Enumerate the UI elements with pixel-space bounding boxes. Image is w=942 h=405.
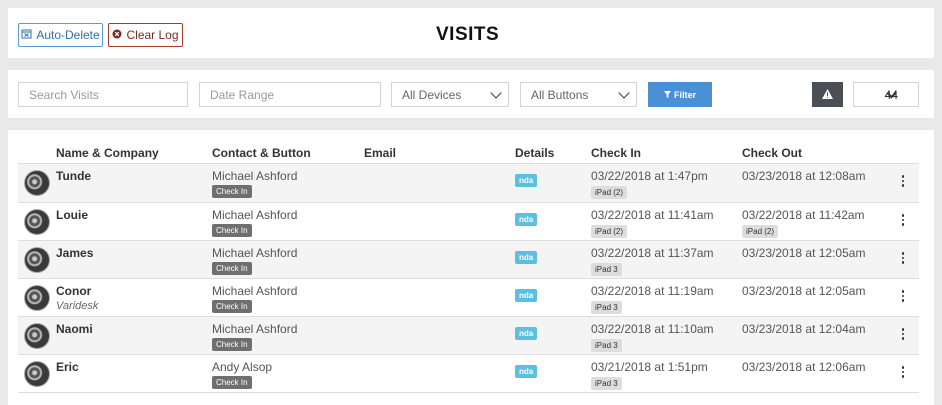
contact-name: Michael Ashford [212, 322, 298, 336]
details-badge[interactable]: nda [515, 251, 538, 264]
buttons-select[interactable]: All Buttons [520, 82, 637, 107]
button-badge: Check In [212, 224, 252, 237]
times-circle-icon [112, 29, 122, 42]
buttons-select-value: All Buttons [531, 87, 589, 102]
check-in-device-badge: iPad (2) [591, 225, 628, 238]
warning-icon [822, 88, 833, 102]
table-row[interactable]: Conor Varidesk Michael Ashford Check In … [18, 279, 919, 317]
check-in-time: 03/22/2018 at 11:19am [591, 284, 714, 298]
chevron-down-icon [618, 86, 630, 99]
filter-label: Filter [673, 89, 696, 100]
details-badge[interactable]: nda [515, 289, 538, 302]
check-out-time: 03/23/2018 at 12:05am [742, 284, 866, 298]
column-header-email[interactable]: Email [364, 146, 396, 160]
avatar [24, 361, 50, 387]
avatar [24, 323, 50, 349]
column-header-check-in[interactable]: Check In [591, 146, 641, 160]
details-badge[interactable]: nda [515, 174, 538, 187]
devices-select[interactable]: All Devices [391, 82, 509, 107]
contact-name: Michael Ashford [212, 208, 298, 222]
visitor-name: Conor [56, 284, 92, 298]
devices-select-value: All Devices [402, 87, 462, 102]
calendar-x-icon [21, 28, 32, 42]
date-range-input[interactable]: Date Range [199, 82, 381, 107]
row-menu-icon[interactable] [901, 366, 905, 378]
search-placeholder: Search Visits [29, 87, 99, 102]
visitor-name: Naomi [56, 322, 93, 336]
column-header-contact[interactable]: Contact & Button [212, 146, 311, 160]
filter-button[interactable]: Filter [648, 82, 712, 107]
contact-name: Michael Ashford [212, 169, 298, 183]
search-input[interactable]: Search Visits [18, 82, 188, 107]
check-out-time: 03/23/2018 at 12:05am [742, 246, 866, 260]
contact-name: Andy Alsop [212, 360, 273, 374]
page-title: VISITS [436, 24, 500, 45]
check-in-device-badge: iPad 3 [591, 339, 622, 352]
table-row[interactable]: Tunde Michael Ashford Check In nda 03/22… [18, 164, 919, 202]
row-menu-icon[interactable] [901, 175, 905, 187]
table-row[interactable]: Louie Michael Ashford Check In nda 03/22… [18, 203, 919, 241]
check-in-time: 03/22/2018 at 11:37am [591, 246, 714, 260]
warning-button[interactable] [812, 82, 843, 107]
table-row[interactable]: Eric Andy Alsop Check In nda 03/21/2018 … [18, 355, 919, 393]
column-header-details[interactable]: Details [515, 146, 554, 160]
check-out-time: 03/22/2018 at 11:42am [742, 208, 865, 222]
date-range-placeholder: Date Range [210, 87, 275, 102]
check-in-device-badge: iPad 3 [591, 263, 622, 276]
per-page-select[interactable]: 44 [853, 82, 919, 107]
row-menu-icon[interactable] [901, 214, 905, 226]
details-badge[interactable]: nda [515, 365, 538, 378]
column-header-check-out[interactable]: Check Out [742, 146, 802, 160]
check-in-device-badge: iPad 3 [591, 377, 622, 390]
clear-log-button[interactable]: Clear Log [108, 23, 183, 47]
check-in-time: 03/22/2018 at 11:10am [591, 322, 714, 336]
auto-delete-label: Auto-Delete [36, 28, 100, 42]
row-divider [18, 392, 919, 393]
row-menu-icon[interactable] [901, 328, 905, 340]
filter-icon [663, 90, 671, 100]
check-out-time: 03/23/2018 at 12:08am [742, 169, 866, 183]
avatar [24, 247, 50, 273]
avatar [24, 209, 50, 235]
row-menu-icon[interactable] [901, 252, 905, 264]
check-in-time: 03/22/2018 at 1:47pm [591, 169, 708, 183]
visitor-name: Eric [56, 360, 79, 374]
table-row[interactable]: James Michael Ashford Check In nda 03/22… [18, 241, 919, 279]
check-out-time: 03/23/2018 at 12:06am [742, 360, 866, 374]
auto-delete-button[interactable]: Auto-Delete [18, 23, 103, 47]
check-in-time: 03/21/2018 at 1:51pm [591, 360, 708, 374]
details-badge[interactable]: nda [515, 327, 538, 340]
check-out-device-badge: iPad (2) [742, 225, 779, 238]
avatar [24, 285, 50, 311]
visitor-name: Tunde [56, 169, 92, 183]
button-badge: Check In [212, 338, 252, 351]
column-header-name[interactable]: Name & Company [56, 146, 159, 160]
check-in-device-badge: iPad (2) [591, 186, 628, 199]
contact-name: Michael Ashford [212, 284, 298, 298]
visitor-name: James [56, 246, 94, 260]
chevron-down-icon [490, 86, 502, 99]
contact-name: Michael Ashford [212, 246, 298, 260]
table-row[interactable]: Naomi Michael Ashford Check In nda 03/22… [18, 317, 919, 355]
visitor-name: Louie [56, 208, 88, 222]
row-menu-icon[interactable] [901, 290, 905, 302]
button-badge: Check In [212, 376, 252, 389]
check-out-time: 03/23/2018 at 12:04am [742, 322, 866, 336]
avatar [24, 170, 50, 196]
button-badge: Check In [212, 262, 252, 275]
check-in-device-badge: iPad 3 [591, 301, 622, 314]
button-badge: Check In [212, 185, 252, 198]
visitor-company: Varidesk [56, 300, 99, 312]
clear-log-label: Clear Log [126, 28, 179, 42]
check-in-time: 03/22/2018 at 11:41am [591, 208, 714, 222]
button-badge: Check In [212, 300, 252, 313]
details-badge[interactable]: nda [515, 213, 538, 226]
